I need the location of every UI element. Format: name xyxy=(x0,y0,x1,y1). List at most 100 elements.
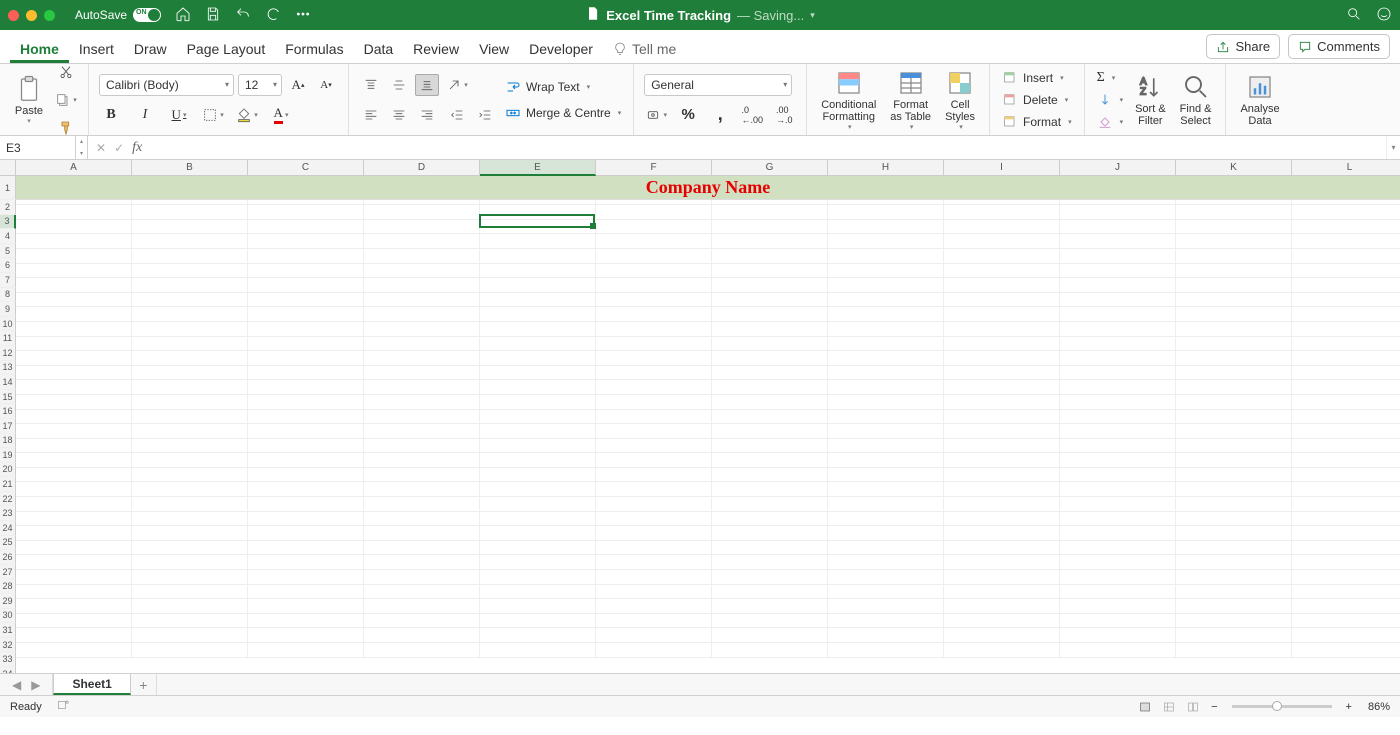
align-bottom-icon[interactable] xyxy=(415,74,439,96)
zoom-in-button[interactable]: + xyxy=(1342,701,1356,713)
merged-header-row-1[interactable]: Company Name xyxy=(16,176,1400,200)
analyse-data-button[interactable]: Analyse Data xyxy=(1236,70,1283,129)
accept-formula-icon[interactable]: ✓ xyxy=(114,141,124,155)
tab-developer[interactable]: Developer xyxy=(519,33,603,63)
more-icon[interactable] xyxy=(295,6,311,25)
group-font: Calibri (Body) 12 A▴ A▾ B I U A xyxy=(89,64,349,135)
undo-icon[interactable] xyxy=(235,6,251,25)
delete-cells-button[interactable]: Delete xyxy=(1000,91,1074,109)
increase-indent-icon[interactable] xyxy=(473,104,497,126)
wrap-text-button[interactable]: Wrap Text xyxy=(503,78,623,96)
fill-color-icon[interactable] xyxy=(235,104,259,126)
accounting-icon[interactable] xyxy=(644,104,668,126)
view-normal-icon[interactable] xyxy=(1135,699,1155,715)
redo-icon[interactable] xyxy=(265,6,281,25)
align-middle-icon[interactable] xyxy=(387,74,411,96)
cut-icon[interactable] xyxy=(54,61,78,83)
merge-centre-button[interactable]: Merge & Centre xyxy=(503,104,623,122)
cell-styles-button[interactable]: Cell Styles xyxy=(941,66,979,134)
font-size-select[interactable]: 12 xyxy=(238,74,282,96)
align-top-icon[interactable] xyxy=(359,74,383,96)
tab-home[interactable]: Home xyxy=(10,33,69,63)
font-color-icon[interactable]: A xyxy=(269,104,293,126)
bold-button[interactable]: B xyxy=(99,104,123,126)
sheet-tab-1[interactable]: Sheet1 xyxy=(53,674,130,695)
comments-button[interactable]: Comments xyxy=(1288,34,1390,59)
wrap-text-label: Wrap Text xyxy=(526,80,580,94)
percent-icon[interactable]: % xyxy=(676,104,700,126)
autosum-button[interactable]: Σ xyxy=(1095,69,1126,87)
share-button[interactable]: Share xyxy=(1206,34,1280,59)
macro-record-icon[interactable] xyxy=(56,698,70,715)
zoom-out-button[interactable]: − xyxy=(1207,701,1221,713)
increase-font-icon[interactable]: A▴ xyxy=(286,74,310,96)
add-sheet-button[interactable]: + xyxy=(131,674,157,695)
autosave-toggle[interactable]: AutoSave xyxy=(75,8,161,22)
zoom-level[interactable]: 86% xyxy=(1368,701,1390,713)
toggle-switch[interactable] xyxy=(133,8,161,22)
document-title: Excel Time Tracking xyxy=(606,8,731,23)
tab-insert[interactable]: Insert xyxy=(69,33,124,63)
sheet-tab-bar: ◀▶ Sheet1 + xyxy=(0,673,1400,695)
smiley-icon[interactable] xyxy=(1376,6,1392,25)
fx-icon[interactable]: fx xyxy=(132,140,142,156)
sheet-nav[interactable]: ◀▶ xyxy=(0,674,53,695)
formula-input[interactable] xyxy=(150,136,1386,159)
borders-icon[interactable] xyxy=(201,104,225,126)
tell-me[interactable]: Tell me xyxy=(603,33,686,63)
home-icon[interactable] xyxy=(175,6,191,25)
minimize-window[interactable] xyxy=(26,10,37,21)
insert-cells-button[interactable]: Insert xyxy=(1000,69,1074,87)
tab-page-layout[interactable]: Page Layout xyxy=(177,33,276,63)
tab-view[interactable]: View xyxy=(469,33,519,63)
tab-formulas[interactable]: Formulas xyxy=(275,33,353,63)
cancel-formula-icon[interactable]: ✕ xyxy=(96,141,106,155)
orientation-icon[interactable] xyxy=(445,74,469,96)
tab-review[interactable]: Review xyxy=(403,33,469,63)
select-all-corner[interactable] xyxy=(0,160,16,176)
search-icon[interactable] xyxy=(1346,6,1362,25)
find-select-button[interactable]: Find & Select xyxy=(1176,70,1216,129)
number-format-select[interactable]: General xyxy=(644,74,792,96)
underline-button[interactable]: U xyxy=(167,104,191,126)
save-icon[interactable] xyxy=(205,6,221,25)
maximize-window[interactable] xyxy=(44,10,55,21)
share-label: Share xyxy=(1235,39,1270,54)
view-page-layout-icon[interactable] xyxy=(1159,699,1179,715)
expand-formula-bar[interactable]: ▾ xyxy=(1386,136,1400,159)
name-box[interactable]: E3 xyxy=(0,136,76,159)
save-status: — Saving... xyxy=(737,8,804,23)
chevron-down-icon[interactable]: ▾ xyxy=(810,10,815,21)
column-headers[interactable]: ABCDEFGHIJKL xyxy=(16,160,1400,176)
increase-decimal-icon[interactable]: .0←.00 xyxy=(740,104,764,126)
format-cells-button[interactable]: Format xyxy=(1000,113,1074,131)
row-headers[interactable]: 1234567891011121314151617181920212223242… xyxy=(0,176,16,673)
tab-data[interactable]: Data xyxy=(354,33,404,63)
excel-file-icon xyxy=(585,6,600,24)
name-box-spinner[interactable]: ▴▾ xyxy=(76,136,88,159)
align-left-icon[interactable] xyxy=(359,104,383,126)
format-as-table-button[interactable]: Format as Table xyxy=(886,66,935,134)
comma-icon[interactable]: , xyxy=(708,104,732,126)
fill-button[interactable] xyxy=(1095,91,1126,109)
italic-button[interactable]: I xyxy=(133,104,157,126)
clear-button[interactable] xyxy=(1095,113,1126,131)
font-name-select[interactable]: Calibri (Body) xyxy=(99,74,234,96)
close-window[interactable] xyxy=(8,10,19,21)
cells[interactable]: Company Name xyxy=(16,176,1400,658)
sort-filter-button[interactable]: AZ Sort & Filter xyxy=(1131,70,1170,129)
decrease-indent-icon[interactable] xyxy=(445,104,469,126)
conditional-formatting-button[interactable]: Conditional Formatting xyxy=(817,66,880,134)
decrease-font-icon[interactable]: A▾ xyxy=(314,74,338,96)
tab-draw[interactable]: Draw xyxy=(124,33,177,63)
paste-button[interactable]: Paste ▾ xyxy=(10,72,48,128)
titlebar-right xyxy=(1346,6,1392,25)
view-page-break-icon[interactable] xyxy=(1183,699,1203,715)
align-right-icon[interactable] xyxy=(415,104,439,126)
spreadsheet-grid[interactable]: ABCDEFGHIJKL 123456789101112131415161718… xyxy=(0,160,1400,673)
decrease-decimal-icon[interactable]: .00→.0 xyxy=(772,104,796,126)
copy-icon[interactable] xyxy=(54,89,78,111)
align-center-icon[interactable] xyxy=(387,104,411,126)
paste-label: Paste xyxy=(15,105,43,117)
zoom-slider[interactable] xyxy=(1232,705,1332,708)
